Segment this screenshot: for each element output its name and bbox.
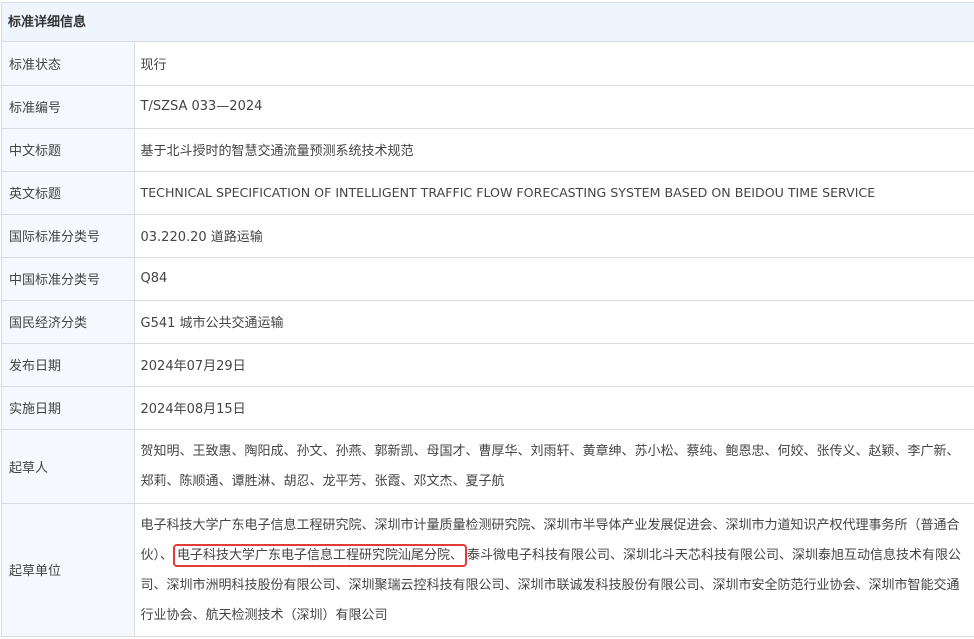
value-ics: 03.220.20 道路运输: [134, 214, 974, 258]
row-drafting-units: 起草单位 电子科技大学广东电子信息工程研究院、深圳市计量质量检测研究院、深圳市半…: [2, 503, 974, 636]
label-effective-date: 实施日期: [2, 386, 135, 430]
label-publish-date: 发布日期: [2, 343, 135, 387]
row-standard-number: 标准编号 T/SZSA 033—2024: [2, 85, 974, 129]
value-effective-date: 2024年08月15日: [134, 386, 974, 430]
label-ics: 国际标准分类号: [2, 214, 135, 258]
row-ics: 国际标准分类号 03.220.20 道路运输: [2, 214, 974, 258]
row-english-title: 英文标题 TECHNICAL SPECIFICATION OF INTELLIG…: [2, 171, 974, 215]
value-standard-number: T/SZSA 033—2024: [134, 85, 974, 129]
standard-details-panel: 标准详细信息 标准状态 现行 标准编号 T/SZSA 033—2024 中文标题…: [1, 2, 974, 637]
value-status: 现行: [134, 42, 974, 86]
details-table: 标准状态 现行 标准编号 T/SZSA 033—2024 中文标题 基于北斗授时…: [2, 42, 974, 636]
value-chinese-title: 基于北斗授时的智慧交通流量预测系统技术规范: [134, 128, 974, 172]
label-drafting-units: 起草单位: [2, 503, 135, 636]
row-ccs: 中国标准分类号 Q84: [2, 257, 974, 301]
row-economic-class: 国民经济分类 G541 城市公共交通运输: [2, 300, 974, 344]
label-english-title: 英文标题: [2, 171, 135, 215]
section-title: 标准详细信息: [2, 3, 974, 42]
row-drafters: 起草人 贺知明、王致惠、陶阳成、孙文、孙燕、郭新凯、母国才、曹厚华、刘雨轩、黄章…: [2, 429, 974, 504]
value-ccs: Q84: [134, 257, 974, 301]
row-publish-date: 发布日期 2024年07月29日: [2, 343, 974, 387]
label-chinese-title: 中文标题: [2, 128, 135, 172]
row-status: 标准状态 现行: [2, 42, 974, 86]
value-economic-class: G541 城市公共交通运输: [134, 300, 974, 344]
value-drafting-units: 电子科技大学广东电子信息工程研究院、深圳市计量质量检测研究院、深圳市半导体产业发…: [134, 503, 974, 636]
value-english-title: TECHNICAL SPECIFICATION OF INTELLIGENT T…: [134, 171, 974, 215]
label-drafters: 起草人: [2, 429, 135, 504]
row-chinese-title: 中文标题 基于北斗授时的智慧交通流量预测系统技术规范: [2, 128, 974, 172]
highlighted-drafting-unit: 电子科技大学广东电子信息工程研究院汕尾分院、: [173, 543, 468, 567]
label-economic-class: 国民经济分类: [2, 300, 135, 344]
label-ccs: 中国标准分类号: [2, 257, 135, 301]
value-drafters: 贺知明、王致惠、陶阳成、孙文、孙燕、郭新凯、母国才、曹厚华、刘雨轩、黄章绅、苏小…: [134, 429, 974, 504]
row-effective-date: 实施日期 2024年08月15日: [2, 386, 974, 430]
label-standard-number: 标准编号: [2, 85, 135, 129]
value-publish-date: 2024年07月29日: [134, 343, 974, 387]
label-status: 标准状态: [2, 42, 135, 86]
